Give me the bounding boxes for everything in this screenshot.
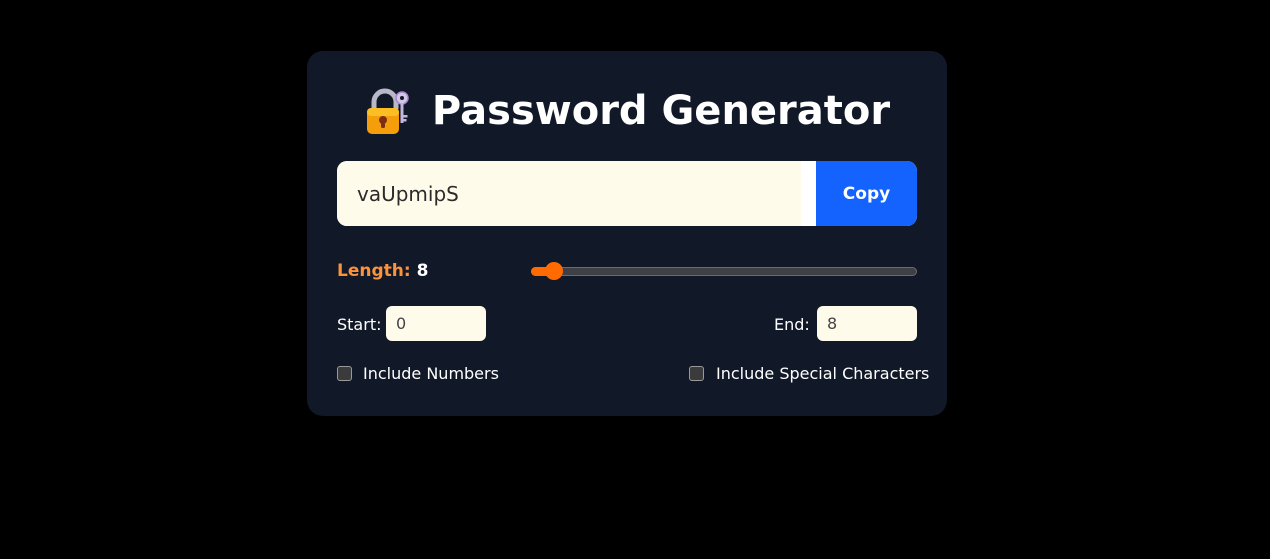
slider-thumb[interactable] [544, 262, 563, 280]
options-row: Include Numbers Include Special Characte… [337, 363, 929, 387]
include-numbers-checkbox[interactable] [337, 366, 352, 381]
password-generator-card: Password Generator Copy Length: 8 Start:… [307, 51, 947, 416]
length-slider[interactable] [531, 262, 917, 280]
copy-button[interactable]: Copy [816, 161, 917, 226]
password-output-group: Copy [337, 161, 917, 226]
password-output-field[interactable] [337, 161, 801, 226]
start-input[interactable] [386, 306, 486, 341]
password-field-spacer [801, 161, 816, 226]
length-label-text: Length: [337, 261, 411, 281]
include-numbers-label[interactable]: Include Numbers [363, 364, 499, 383]
page-title: Password Generator [431, 88, 891, 134]
end-input[interactable] [817, 306, 917, 341]
include-special-characters-label[interactable]: Include Special Characters [716, 364, 929, 383]
header: Password Generator [307, 83, 947, 139]
slider-track [531, 267, 917, 276]
length-value: 8 [416, 261, 429, 281]
length-control: Length: 8 [337, 259, 917, 285]
start-label: Start: [337, 315, 382, 334]
locked-with-key-icon [366, 88, 409, 134]
range-controls: Start: End: [337, 306, 917, 341]
include-special-characters-checkbox[interactable] [689, 366, 704, 381]
end-label: End: [774, 315, 810, 334]
length-label: Length: 8 [337, 261, 428, 281]
